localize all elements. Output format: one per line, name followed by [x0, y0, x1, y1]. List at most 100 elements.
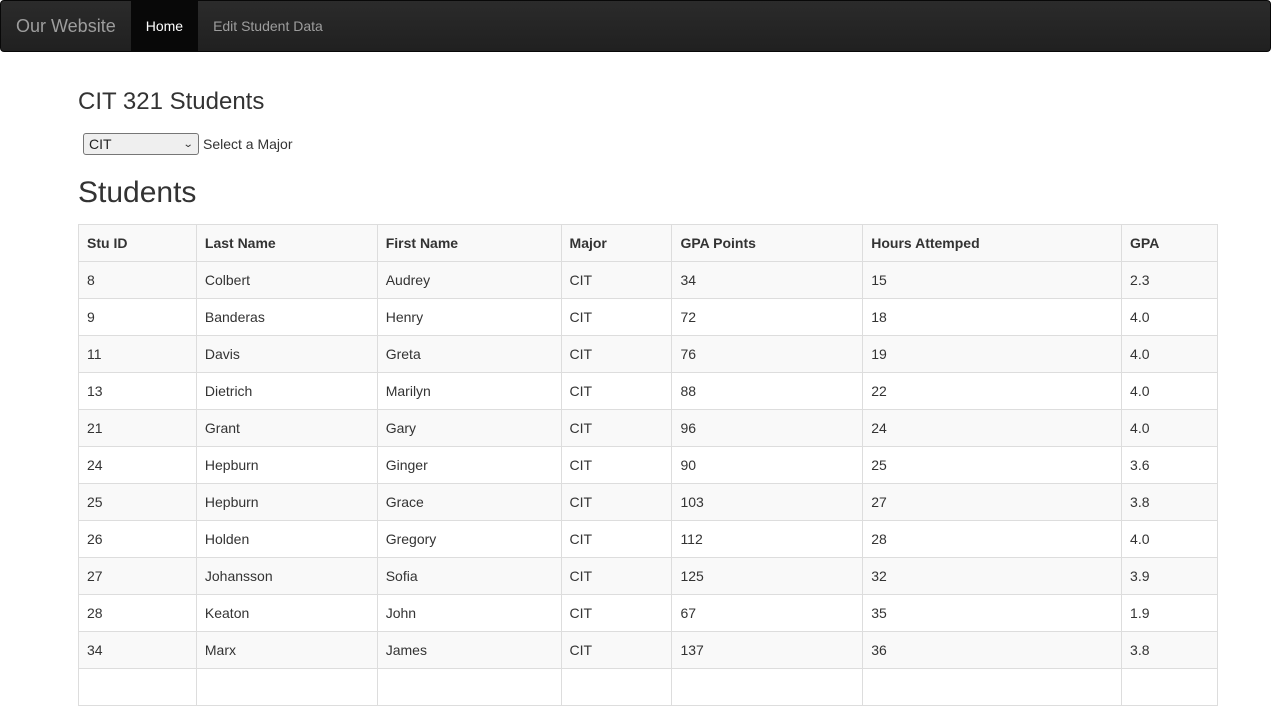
table-cell: 96	[671, 409, 864, 447]
table-cell: 4.0	[1121, 372, 1218, 410]
table-cell: Dietrich	[195, 372, 378, 410]
table-cell: 34	[78, 631, 197, 669]
major-select-value: CIT	[89, 136, 112, 152]
table-row: 26 Holden Gregory CIT 112 28 4.0	[78, 520, 1218, 558]
table-cell: Hepburn	[195, 446, 378, 484]
table-row: 13 Dietrich Marilyn CIT 88 22 4.0	[78, 372, 1218, 410]
table-cell	[671, 668, 864, 706]
table-cell: Gregory	[376, 520, 562, 558]
table-cell: 137	[671, 631, 864, 669]
table-cell: 18	[862, 298, 1123, 336]
table-cell: Ginger	[376, 446, 562, 484]
table-cell: 28	[862, 520, 1123, 558]
table-cell: CIT	[560, 372, 673, 410]
table-cell	[195, 668, 378, 706]
table-cell: CIT	[560, 520, 673, 558]
table-cell: 27	[862, 483, 1123, 521]
table-cell: 26	[78, 520, 197, 558]
table-cell: 22	[862, 372, 1123, 410]
table-cell: James	[376, 631, 562, 669]
table-cell: CIT	[560, 261, 673, 299]
table-cell: 3.6	[1121, 446, 1218, 484]
table-cell: 35	[862, 594, 1123, 632]
table-cell: Grant	[195, 409, 378, 447]
table-cell: 112	[671, 520, 864, 558]
table-cell: 4.0	[1121, 298, 1218, 336]
column-header: Major	[560, 224, 673, 262]
table-cell: 4.0	[1121, 409, 1218, 447]
table-cell: CIT	[560, 594, 673, 632]
table-cell	[560, 668, 673, 706]
column-header: Hours Attemped	[862, 224, 1123, 262]
table-row: 8 Colbert Audrey CIT 34 15 2.3	[78, 261, 1218, 299]
table-cell: 8	[78, 261, 197, 299]
page-title: CIT 321 Students	[78, 88, 265, 115]
table-cell: CIT	[560, 298, 673, 336]
table-cell: Davis	[195, 335, 378, 373]
column-header: GPA	[1121, 224, 1218, 262]
table-row: 28 Keaton John CIT 67 35 1.9	[78, 594, 1218, 632]
chevron-down-icon: ⌄	[182, 138, 194, 150]
table-cell: Keaton	[195, 594, 378, 632]
table-cell: 4.0	[1121, 520, 1218, 558]
table-cell: 19	[862, 335, 1123, 373]
major-select-label: Select a Major	[203, 136, 293, 152]
table-cell: Holden	[195, 520, 378, 558]
nav-home[interactable]: Home	[130, 1, 199, 51]
table-cell: CIT	[560, 483, 673, 521]
table-cell: 25	[78, 483, 197, 521]
table-cell: 13	[78, 372, 197, 410]
table-cell: 15	[862, 261, 1123, 299]
table-cell: 2.3	[1121, 261, 1218, 299]
nav-edit-student-data[interactable]: Edit Student Data	[198, 1, 338, 51]
table-cell: CIT	[560, 446, 673, 484]
table-row: 24 Hepburn Ginger CIT 90 25 3.6	[78, 446, 1218, 484]
table-cell: Banderas	[195, 298, 378, 336]
table-cell: Marilyn	[376, 372, 562, 410]
table-cell: Marx	[195, 631, 378, 669]
table-cell: Grace	[376, 483, 562, 521]
table-cell: Audrey	[376, 261, 562, 299]
table-cell: CIT	[560, 409, 673, 447]
table-cell: 24	[862, 409, 1123, 447]
table-cell: Johansson	[195, 557, 378, 595]
table-cell: 1.9	[1121, 594, 1218, 632]
table-cell: Hepburn	[195, 483, 378, 521]
table-body: 8 Colbert Audrey CIT 34 15 2.3 9 Banderas Henry CI…	[78, 261, 1218, 706]
table-cell: 76	[671, 335, 864, 373]
table-header-row: Stu ID Last Name First Name Major GPA Points…	[78, 224, 1218, 262]
table-row: 25 Hepburn Grace CIT 103 27 3.8	[78, 483, 1218, 521]
major-select[interactable]: CIT ⌄	[83, 133, 199, 155]
column-header: First Name	[376, 224, 562, 262]
table-cell: CIT	[560, 631, 673, 669]
table-cell: Colbert	[195, 261, 378, 299]
table-cell: 24	[78, 446, 197, 484]
table-cell: 3.9	[1121, 557, 1218, 595]
table-cell: 27	[78, 557, 197, 595]
table-cell: 3.8	[1121, 631, 1218, 669]
table-cell: 25	[862, 446, 1123, 484]
table-cell: Henry	[376, 298, 562, 336]
column-header: Stu ID	[78, 224, 197, 262]
table-row: 27 Johansson Sofia CIT 125 32 3.9	[78, 557, 1218, 595]
table-cell: 125	[671, 557, 864, 595]
table-cell: Greta	[376, 335, 562, 373]
table-cell: CIT	[560, 557, 673, 595]
table-cell	[78, 668, 197, 706]
table-cell: 32	[862, 557, 1123, 595]
brand-link[interactable]: Our Website	[1, 1, 131, 51]
section-title: Students	[78, 176, 197, 209]
students-table: Stu ID Last Name First Name Major GPA Points…	[78, 224, 1218, 706]
table-cell	[376, 668, 562, 706]
table-cell: John	[376, 594, 562, 632]
table-cell: 3.8	[1121, 483, 1218, 521]
table-cell: 9	[78, 298, 197, 336]
table-cell: CIT	[560, 335, 673, 373]
table-cell: 28	[78, 594, 197, 632]
table-cell: 72	[671, 298, 864, 336]
table-cell: 4.0	[1121, 335, 1218, 373]
table-cell: 36	[862, 631, 1123, 669]
table-cell: 11	[78, 335, 197, 373]
major-select-row: CIT ⌄ Select a Major	[83, 133, 292, 155]
table-cell: Sofia	[376, 557, 562, 595]
